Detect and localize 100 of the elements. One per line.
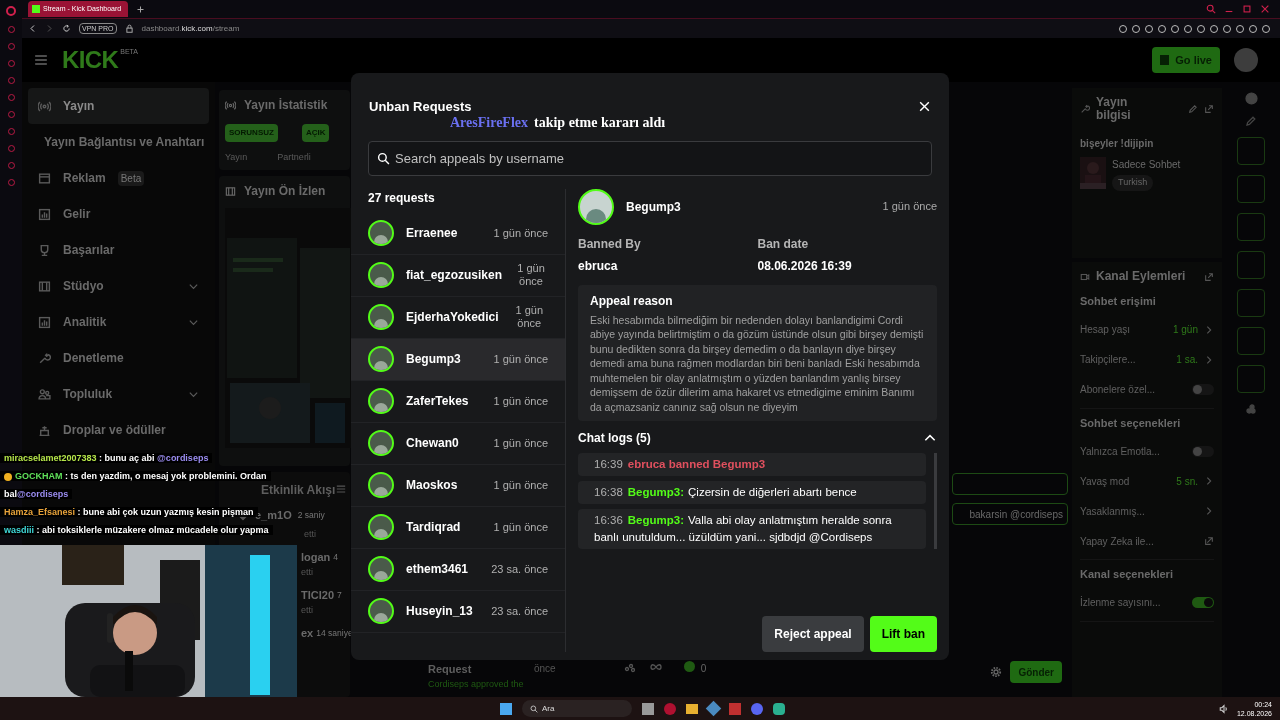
request-item[interactable]: Huseyin_13 23 sa. önce (351, 590, 565, 633)
nav-item[interactable]: Analitik (28, 304, 209, 340)
menu-icon[interactable] (34, 53, 48, 67)
toggle-switch[interactable] (1192, 445, 1214, 457)
send-button[interactable]: Gönder (1010, 661, 1062, 683)
film-icon (225, 185, 236, 197)
nav-item[interactable]: Topluluk (28, 376, 209, 412)
settings-row[interactable]: Hesap yaşı 1 gün (1080, 315, 1214, 344)
popout-icon[interactable] (1204, 271, 1214, 282)
avatar-icon (578, 188, 614, 225)
search-field[interactable]: Search appeals by username (368, 140, 932, 176)
wrench-icon (1080, 104, 1090, 114)
start-icon[interactable] (500, 702, 512, 715)
pencil-icon[interactable] (1188, 104, 1198, 114)
toolbar-button[interactable] (1237, 327, 1265, 355)
chevron-icon (1204, 324, 1214, 335)
nav-item[interactable]: Yayın Bağlantısı ve Anahtarı (28, 124, 209, 160)
avatar-icon (368, 346, 394, 372)
request-item[interactable]: Chewan0 1 gün önce (351, 422, 565, 465)
settings-row[interactable]: Takipçilere... 1 sa. (1080, 345, 1214, 374)
folder-icon[interactable] (686, 703, 698, 714)
field-value: ebruca (578, 257, 619, 275)
app-icon[interactable] (729, 702, 741, 715)
request-item[interactable]: EjderhaYokedici 1 gün önce (351, 296, 565, 339)
pencil-icon[interactable] (1245, 115, 1257, 127)
reject-button[interactable]: Reject appeal (762, 616, 864, 652)
request-item[interactable]: Erraenee 1 gün önce (351, 212, 565, 255)
settings-row[interactable]: Yalnızca Emotla... (1080, 437, 1214, 465)
card-title: Appeal reason (590, 292, 674, 310)
stat-label: Yayın (225, 152, 248, 163)
alert-text: takip etme kararı aldı (534, 114, 666, 132)
forward-icon[interactable] (45, 24, 54, 33)
request-item[interactable]: fiat_egzozusiken 1 gün önce (351, 254, 565, 297)
popout-icon[interactable] (1204, 104, 1214, 114)
nav-item[interactable]: Yayın (28, 88, 209, 124)
activity-user: logan (301, 550, 331, 565)
chat-message: miracselamet2007383 : bunu aç abi @cordiseps (0, 453, 213, 463)
panel-title: Kanal Eylemleri (1096, 270, 1186, 283)
address-field[interactable]: dashboard.kick.com/stream (141, 22, 240, 35)
app-icon[interactable] (751, 702, 763, 715)
settings-row[interactable]: Yapay Zeka ile... (1080, 527, 1214, 555)
toggle-switch[interactable] (1192, 597, 1214, 608)
toolbar-button[interactable] (1237, 175, 1265, 203)
panel-title: Etkinlik Akışı (261, 484, 336, 497)
settings-row[interactable]: Yavaş mod 5 sn. (1080, 467, 1214, 495)
avatar-icon[interactable] (1234, 48, 1258, 72)
settings-row[interactable]: İzlenme sayısını... (1080, 588, 1214, 617)
settings-row[interactable]: Yasaklanmış... (1080, 497, 1214, 525)
request-item[interactable]: ZaferTekes 1 gün önce (351, 380, 565, 423)
dots-icon[interactable] (1245, 403, 1257, 415)
category-label[interactable]: Sadece Sohbet (1112, 157, 1181, 172)
activity-time: 2 saniy (297, 508, 325, 522)
settings-row[interactable]: Abonelere özel... (1080, 375, 1214, 404)
nav-item[interactable]: Denetleme (28, 340, 209, 376)
request-time: 1 gün önce (493, 436, 548, 450)
filter-icon[interactable] (336, 484, 346, 494)
request-item[interactable]: Begump3 1 gün önce (351, 338, 565, 381)
nav-item[interactable]: Stüdyo (28, 268, 209, 304)
request-time: 1 gün önce (493, 478, 548, 492)
appeal-text: Eski hesabımda bilmediğim bir nedenden dolayı banlandigimi Cordi abiye yayında belirtmiştim o da gözüm üstünde olsun gibi birşey demişti bunu dedikten sonra da birşey demedim o da banlayın diye birşey demedi ama buna rağmen modlardan biri beni banladı Eski hesabımda muhtemelen bir olay anlatmıştım o yüzden banlandım yanlış birsey demişsem de özür dilerim ama hakaret vs etmedigime eminim Banımı da açmazsaniz canınız sağ olsun ne diyeyim (590, 312, 925, 414)
search-field[interactable]: Ara (522, 700, 632, 717)
field-label: Banned By (578, 235, 642, 253)
nav-item[interactable]: Reklam Beta (28, 160, 209, 196)
nav-item[interactable]: Droplar ve ödüller (28, 412, 209, 448)
settings-icon[interactable] (990, 666, 1003, 678)
nav-item[interactable]: Gelir (28, 196, 209, 232)
close-icon[interactable] (1260, 4, 1270, 14)
lift-ban-button[interactable]: Lift ban (869, 616, 937, 652)
app-icon[interactable] (773, 702, 785, 715)
toolbar-button[interactable] (1237, 365, 1265, 393)
request-item[interactable]: Maoskos 1 gün önce (351, 464, 565, 507)
request-time: 1 gün önce (493, 226, 548, 240)
new-tab-icon[interactable] (136, 4, 145, 14)
toolbar-button[interactable] (1237, 251, 1265, 279)
chat-message: Hamza_Efsanesi : bune abi çok uzun yazmış kesin pişman (0, 507, 258, 517)
infinity-icon (649, 661, 662, 673)
beta-badge: Beta (117, 170, 145, 186)
opera-logo-icon[interactable] (6, 6, 16, 16)
chat-log-entry: 16:38 Begump3: Çizersin de diğerleri abartı bence (578, 481, 926, 504)
go-live-button[interactable]: Go live (1152, 47, 1220, 73)
toggle-switch[interactable] (1192, 384, 1214, 395)
app-icon[interactable] (642, 702, 654, 715)
request-count: 27 requests (367, 189, 436, 207)
speaker-icon[interactable] (1218, 703, 1229, 714)
activity-user: e_m1O (255, 508, 292, 523)
nav-item[interactable]: Başarılar (28, 232, 209, 268)
info-icon[interactable] (1244, 92, 1258, 105)
language-tag[interactable]: Turkish (1112, 175, 1154, 191)
toolbar-button[interactable] (1237, 137, 1265, 165)
close-button[interactable] (917, 99, 931, 114)
toolbar-button[interactable] (1237, 289, 1265, 317)
toolbar-button[interactable] (1237, 213, 1265, 241)
panel-title: Yayın Ön İzlen (244, 183, 326, 200)
request-item[interactable]: ethem3461 23 sa. önce (351, 548, 565, 591)
back-icon[interactable] (28, 24, 37, 33)
request-item[interactable]: Tardiqrad 1 gün önce (351, 506, 565, 549)
search-icon[interactable] (1206, 4, 1216, 14)
kick-icon (683, 661, 695, 672)
maximize-icon[interactable] (1242, 4, 1252, 14)
reload-icon[interactable] (62, 24, 71, 33)
